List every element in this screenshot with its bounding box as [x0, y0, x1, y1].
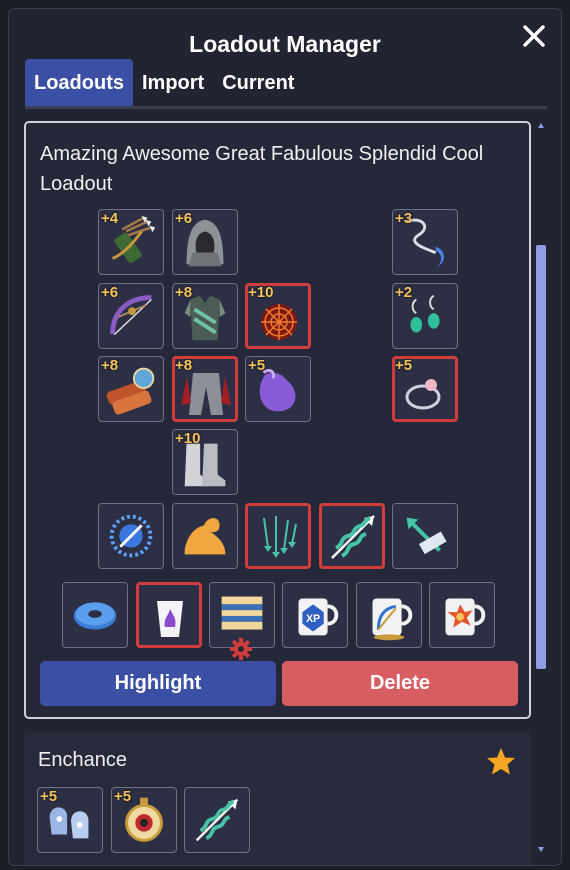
mittens-slot[interactable]: +5: [37, 787, 103, 853]
purple-potion-slot[interactable]: [136, 582, 202, 648]
scroll-up-icon[interactable]: [538, 123, 544, 128]
slot-badge: +3: [395, 210, 413, 227]
slot-badge: +4: [101, 210, 119, 227]
strength-skill-icon: [184, 518, 226, 555]
slot-badge: +8: [101, 357, 119, 374]
pants-slot[interactable]: +8: [172, 356, 238, 422]
necklace-slot[interactable]: +3: [392, 209, 458, 275]
arrow-skill-slot[interactable]: [392, 503, 458, 569]
ring-slot[interactable]: +5: [392, 356, 458, 422]
close-icon[interactable]: [521, 23, 547, 49]
arrow-rain-skill-icon: [263, 516, 297, 558]
loadout-name: Amazing Awesome Great Fabulous Splendid …: [40, 143, 484, 195]
bracers-slot[interactable]: +8: [98, 356, 164, 422]
loadout-card: Amazing Awesome Great Fabulous Splendid …: [24, 121, 531, 719]
arrow-rain-skill-slot[interactable]: [245, 503, 311, 569]
window-title: Loadout Manager: [189, 31, 381, 57]
donut-food-slot[interactable]: [62, 582, 128, 648]
quiver-slot[interactable]: +4: [98, 209, 164, 275]
tab-underline: [25, 106, 547, 109]
burst-skill-icon: [109, 514, 153, 558]
tab-loadouts[interactable]: Loadouts: [25, 59, 133, 107]
delete-button[interactable]: Delete: [282, 661, 518, 706]
svg-text:XP: XP: [306, 613, 320, 625]
scroll-down-icon[interactable]: [538, 847, 544, 852]
slot-badge: +10: [248, 284, 274, 301]
scrollbar[interactable]: [535, 121, 547, 855]
xp-coffee-icon: XP: [298, 598, 339, 636]
bow-coffee-icon: [372, 598, 413, 641]
loadout-card: Enchance +5 +5: [24, 731, 531, 865]
eye-watch-slot[interactable]: +5: [111, 787, 177, 853]
tab-bar: Loadouts Import Current: [25, 59, 303, 107]
boots-slot[interactable]: +10: [172, 429, 238, 495]
slot-badge: +2: [395, 284, 413, 301]
slot-badge: +6: [101, 284, 119, 301]
pouch-slot[interactable]: +5: [245, 356, 311, 422]
piercing-arrow-icon: [195, 798, 239, 842]
burst-skill-slot[interactable]: [98, 503, 164, 569]
bow-slot[interactable]: +6: [98, 283, 164, 349]
tab-current[interactable]: Current: [213, 59, 303, 107]
xp-coffee-slot[interactable]: XP: [282, 582, 348, 648]
armor-slot[interactable]: +8: [172, 283, 238, 349]
piercing-arrow-slot[interactable]: [184, 787, 250, 853]
slot-badge: +5: [248, 357, 266, 374]
piercing-arrow-skill-icon: [331, 515, 375, 559]
slot-badge: +8: [175, 284, 193, 301]
slot-badge: +5: [40, 788, 58, 805]
highlight-button[interactable]: Highlight: [40, 661, 276, 706]
fire-coffee-icon: [445, 598, 486, 636]
slot-badge: +5: [114, 788, 132, 805]
arrow-skill-icon: [406, 517, 447, 555]
slot-badge: +6: [175, 210, 193, 227]
slot-badge: +10: [175, 430, 201, 447]
loadout-list: Amazing Awesome Great Fabulous Splendid …: [24, 121, 532, 865]
star-icon[interactable]: [485, 746, 517, 778]
piercing-arrow-skill-slot[interactable]: [319, 503, 385, 569]
earrings-slot[interactable]: +2: [392, 283, 458, 349]
slot-badge: +8: [175, 357, 193, 374]
strength-skill-slot[interactable]: [172, 503, 238, 569]
purple-potion-icon: [157, 601, 183, 637]
gear-icon[interactable]: [229, 637, 253, 661]
hood-slot[interactable]: +6: [172, 209, 238, 275]
scrollbar-thumb[interactable]: [536, 245, 546, 669]
loadout-manager-window: Loadout Manager Loadouts Import Current …: [8, 8, 562, 866]
tab-import[interactable]: Import: [133, 59, 213, 107]
fire-coffee-slot[interactable]: [429, 582, 495, 648]
donut-food-icon: [73, 602, 117, 630]
slot-badge: +5: [395, 357, 413, 374]
loadout-name: Enchance: [38, 749, 127, 771]
web-slot[interactable]: +10: [245, 283, 311, 349]
bow-coffee-slot[interactable]: [356, 582, 422, 648]
